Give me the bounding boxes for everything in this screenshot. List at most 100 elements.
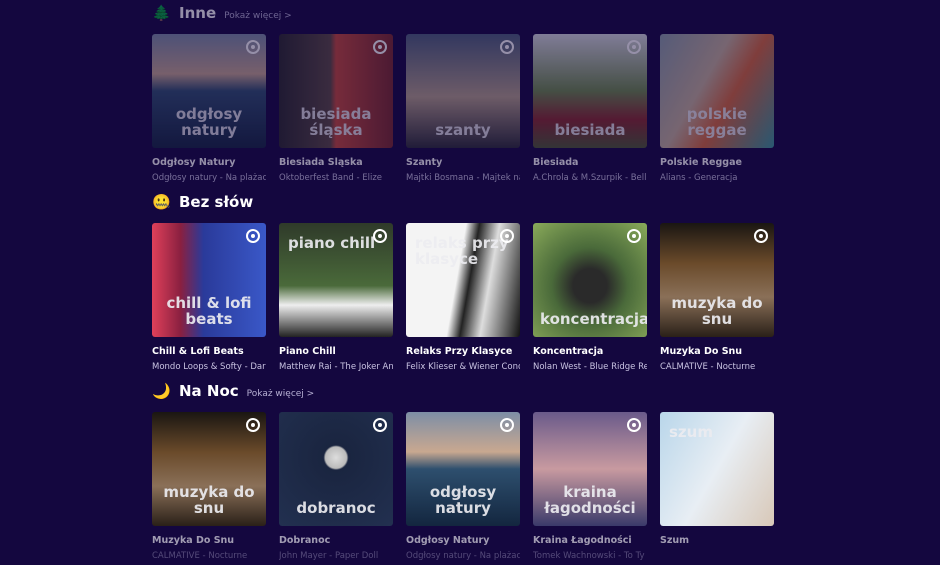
playlist-cover[interactable]: szanty [406, 34, 520, 148]
playlist-artists: Felix Klieser & Wiener Conc [406, 362, 520, 372]
radio-icon[interactable] [627, 40, 641, 54]
playlist-artists: Oktoberfest Band - Elize [279, 173, 383, 183]
radio-icon[interactable] [373, 40, 387, 54]
section-icon: 🌲 [152, 4, 171, 22]
playlist-card[interactable]: biesiada śląska Biesiada Śląska Oktoberf… [279, 34, 393, 183]
playlist-artists: Majtki Bosmana - Majtek na [406, 173, 520, 183]
cover-label: dobranoc [296, 499, 376, 517]
radio-icon[interactable] [246, 229, 260, 243]
section-icon: 🌙 [152, 382, 171, 400]
section-header: 🤐 Bez słów [152, 193, 792, 215]
playlist-title[interactable]: Dobranoc [279, 535, 393, 546]
playlist-cover[interactable]: kraina łagodności [533, 412, 647, 526]
playlist-artists: Tomek Wachnowski - To Ty [533, 551, 645, 561]
playlist-card[interactable]: piano chill Piano Chill Matthew Rai - Th… [279, 223, 393, 372]
section-header: 🌲 Inne Pokaż więcej > [152, 4, 792, 26]
playlist-artists: A.Chrola & M.Szurpik - Bella [533, 173, 647, 183]
playlist-artists: Odgłosy natury - Na plażach [406, 551, 520, 561]
playlist-title[interactable]: Muzyka Do Snu [152, 535, 266, 546]
playlist-title[interactable]: Piano Chill [279, 346, 393, 357]
playlist-cover[interactable]: chill & lofi beats [152, 223, 266, 337]
playlist-artists: Nolan West - Blue Ridge Re [533, 362, 647, 372]
playlist-title[interactable]: Szanty [406, 157, 520, 168]
playlist-cover[interactable]: odgłosy natury [406, 412, 520, 526]
cover-label: biesiada [554, 121, 626, 139]
playlist-card[interactable]: muzyka do snu Muzyka Do Snu CALMATIVE - … [152, 412, 266, 561]
radio-icon[interactable] [500, 229, 514, 243]
show-more-link[interactable]: Pokaż więcej > [224, 11, 292, 21]
playlist-title[interactable]: Biesiada Śląska [279, 157, 393, 168]
playlist-artists: Mondo Loops & Softy - Dar [152, 362, 266, 372]
playlist-artists: Alians - Generacja [660, 173, 738, 183]
section-header: 🌙 Na Noc Pokaż więcej > [152, 382, 792, 404]
playlist-title[interactable]: Odgłosy Natury [406, 535, 520, 546]
playlist-cover[interactable]: polskie reggae [660, 34, 774, 148]
section-icon: 🤐 [152, 193, 171, 211]
cover-label: odgłosy natury [429, 483, 497, 517]
playlist-cover[interactable]: piano chill [279, 223, 393, 337]
cover-label: szum [669, 423, 713, 441]
playlist-artists: CALMATIVE - Nocturne [660, 362, 756, 372]
radio-icon[interactable] [246, 40, 260, 54]
playlist-title[interactable]: Kraina Łagodności [533, 535, 647, 546]
radio-icon[interactable] [754, 229, 768, 243]
cover-label: odgłosy natury [175, 105, 243, 139]
playlist-card[interactable]: polskie reggae Polskie Reggae Alians - G… [660, 34, 774, 183]
cover-label: polskie reggae [686, 105, 748, 139]
cover-label: biesiada śląska [300, 105, 372, 139]
playlist-card[interactable]: szum Szum [660, 412, 774, 561]
playlist-artists: CALMATIVE - Nocturne [152, 551, 248, 561]
playlist-card[interactable]: dobranoc Dobranoc John Mayer - Paper Dol… [279, 412, 393, 561]
section-inne: 🌲 Inne Pokaż więcej > odgłosy natury Odg… [152, 4, 792, 183]
cover-label: muzyka do snu [671, 294, 763, 328]
cover-label: kraina łagodności [544, 483, 636, 517]
playlist-artists: John Mayer - Paper Doll [279, 551, 379, 561]
playlist-title[interactable]: Biesiada [533, 157, 647, 168]
playlist-card[interactable]: kraina łagodności Kraina Łagodności Tome… [533, 412, 647, 561]
radio-icon[interactable] [246, 418, 260, 432]
playlist-title[interactable]: Szum [660, 535, 774, 546]
cover-label: koncentracja [540, 310, 647, 328]
show-more-link[interactable]: Pokaż więcej > [247, 389, 315, 399]
playlist-cover[interactable]: biesiada [533, 34, 647, 148]
playlist-cover[interactable]: muzyka do snu [660, 223, 774, 337]
radio-icon[interactable] [373, 229, 387, 243]
cover-label: chill & lofi beats [166, 294, 252, 328]
playlist-title[interactable]: Chill & Lofi Beats [152, 346, 266, 357]
playlist-cover[interactable]: koncentracja [533, 223, 647, 337]
playlist-cover[interactable]: dobranoc [279, 412, 393, 526]
playlist-cover[interactable]: szum [660, 412, 774, 526]
playlist-title[interactable]: Relaks Przy Klasyce [406, 346, 520, 357]
playlist-artists: Odgłosy natury - Na plażach [152, 173, 266, 183]
section-bez-słów: 🤐 Bez słów chill & lofi beats Chill & Lo… [152, 193, 792, 372]
section-title: Inne [179, 4, 217, 22]
playlist-cover[interactable]: relaks przy klasyce [406, 223, 520, 337]
playlist-title[interactable]: Odgłosy Natury [152, 157, 266, 168]
playlist-card[interactable]: relaks przy klasyce Relaks Przy Klasyce … [406, 223, 520, 372]
playlist-card[interactable]: odgłosy natury Odgłosy Natury Odgłosy na… [152, 34, 266, 183]
playlist-cover[interactable]: muzyka do snu [152, 412, 266, 526]
playlist-title[interactable]: Koncentracja [533, 346, 647, 357]
playlist-title[interactable]: Polskie Reggae [660, 157, 774, 168]
radio-icon[interactable] [627, 418, 641, 432]
playlist-cover[interactable]: odgłosy natury [152, 34, 266, 148]
cover-label: muzyka do snu [163, 483, 255, 517]
playlist-card[interactable]: chill & lofi beats Chill & Lofi Beats Mo… [152, 223, 266, 372]
playlist-card[interactable]: koncentracja Koncentracja Nolan West - B… [533, 223, 647, 372]
playlist-card[interactable]: biesiada Biesiada A.Chrola & M.Szurpik -… [533, 34, 647, 183]
playlist-card[interactable]: odgłosy natury Odgłosy Natury Odgłosy na… [406, 412, 520, 561]
radio-icon[interactable] [500, 40, 514, 54]
cover-label: piano chill [288, 234, 376, 252]
cover-label: szanty [435, 121, 491, 139]
playlist-artists: Matthew Rai - The Joker And [279, 362, 393, 372]
playlist-card[interactable]: szanty Szanty Majtki Bosmana - Majtek na [406, 34, 520, 183]
section-title: Na Noc [179, 382, 239, 400]
radio-icon[interactable] [373, 418, 387, 432]
radio-icon[interactable] [627, 229, 641, 243]
playlist-cover[interactable]: biesiada śląska [279, 34, 393, 148]
playlist-card[interactable]: muzyka do snu Muzyka Do Snu CALMATIVE - … [660, 223, 774, 372]
section-title: Bez słów [179, 193, 254, 211]
radio-icon[interactable] [500, 418, 514, 432]
section-na-noc: 🌙 Na Noc Pokaż więcej > muzyka do snu Mu… [152, 382, 792, 561]
playlist-title[interactable]: Muzyka Do Snu [660, 346, 774, 357]
